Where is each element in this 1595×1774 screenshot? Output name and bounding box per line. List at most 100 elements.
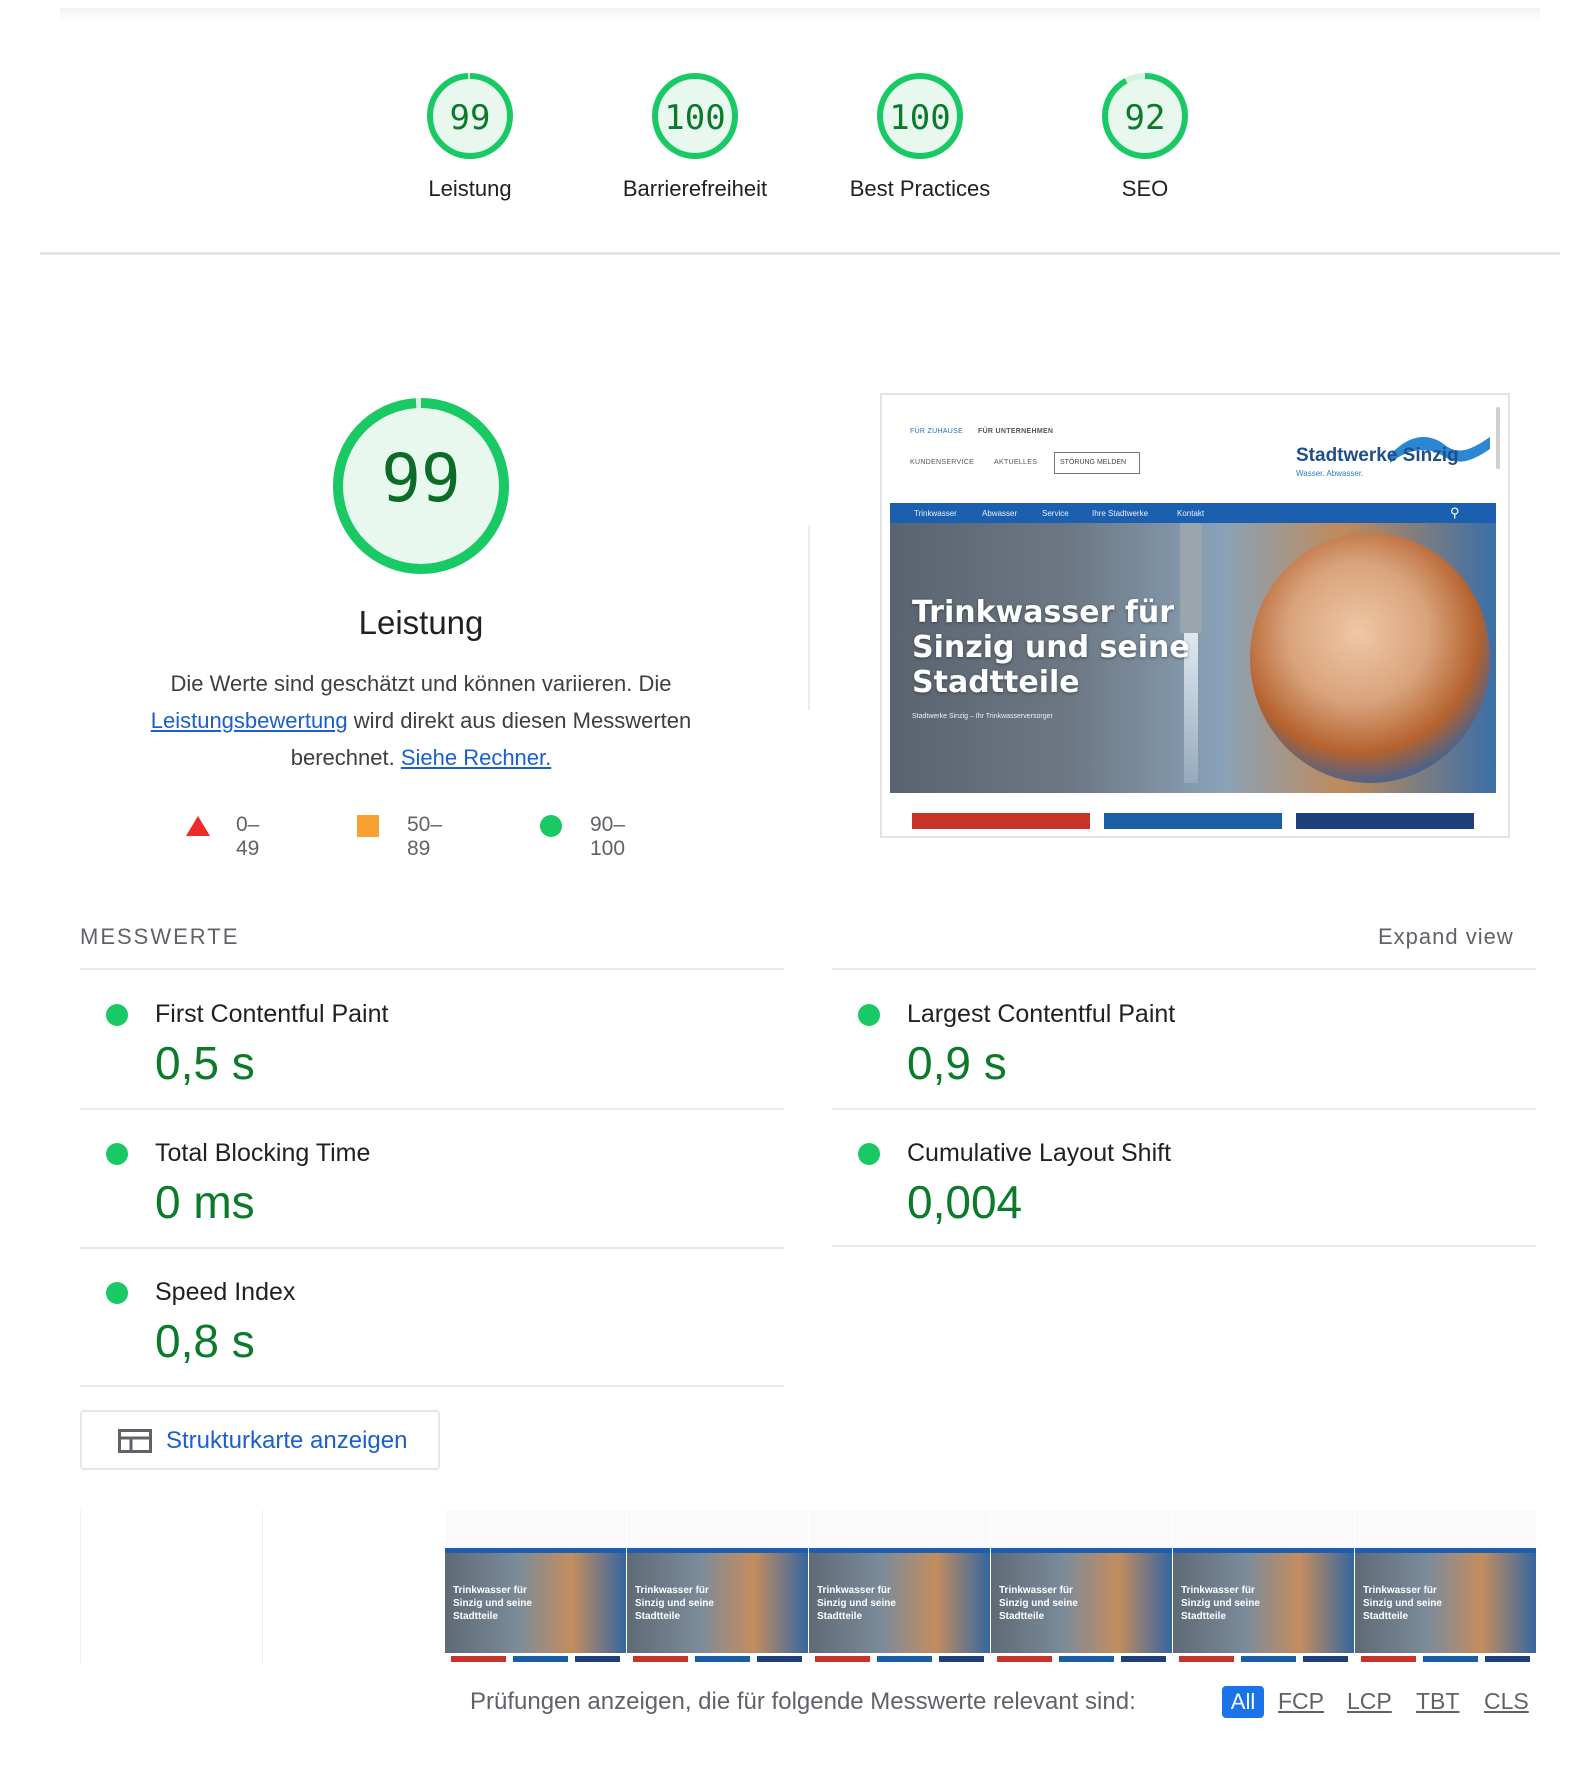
metric-divider (832, 1245, 1536, 1247)
gauge-best-practices[interactable]: 100 Best Practices (805, 70, 1035, 202)
gauge-label: Best Practices (849, 176, 991, 201)
metric-value: 0,5 s (155, 1037, 255, 1089)
top-fade (60, 8, 1540, 22)
calculator-link[interactable]: Siehe Rechner. (401, 745, 551, 770)
desc-text: Die Werte sind geschätzt und können vari… (170, 671, 672, 696)
frame-header (445, 1510, 626, 1548)
metric-title: Largest Contentful Paint (907, 1000, 1176, 1028)
frame-text: Sinzig und seine (999, 1598, 1078, 1609)
filmstrip-frame: Trinkwasser für Sinzig und seine Stadtte… (445, 1510, 626, 1665)
shot-color-bar (1296, 813, 1474, 829)
frame-text: Trinkwasser für (1181, 1585, 1255, 1596)
metric-title: Total Blocking Time (155, 1139, 371, 1167)
frame-bar (997, 1656, 1052, 1662)
gauge-accessibility[interactable]: 100 Barrierefreiheit (580, 70, 810, 202)
shot-color-bar (1104, 813, 1282, 829)
frame-header (627, 1510, 808, 1548)
gauge-performance[interactable]: 99 Leistung (355, 70, 585, 202)
gauge-label: Leistung (428, 176, 512, 201)
frame-header (809, 1510, 990, 1548)
faucet-shape (1180, 523, 1202, 633)
square-icon (357, 815, 379, 837)
scoring-link[interactable]: Leistungsbewertung (151, 708, 348, 733)
triangle-icon (186, 816, 210, 836)
frame-bar (877, 1656, 932, 1662)
frame-text: Stadtteile (453, 1611, 499, 1622)
frame-text: Sinzig und seine (1181, 1598, 1260, 1609)
gauge-label: SEO (1121, 176, 1169, 201)
shot-hero-line: Sinzig und seine (912, 630, 1190, 665)
pass-dot-icon (106, 1004, 128, 1026)
filmstrip-frame: Trinkwasser für Sinzig und seine Stadtte… (809, 1510, 990, 1665)
legend-range: 0–49 (236, 813, 260, 860)
frame-bar (633, 1656, 688, 1662)
filmstrip-frame: Trinkwasser für Sinzig und seine Stadtte… (1355, 1510, 1536, 1665)
filter-chip-lcp[interactable]: LCP (1347, 1688, 1392, 1715)
treemap-button[interactable]: Strukturkarte anzeigen (80, 1410, 440, 1470)
metric-divider (80, 1385, 784, 1387)
metrics-header: MESSWERTE (80, 924, 240, 949)
frame-bar (1361, 1656, 1416, 1662)
metric-title: Cumulative Layout Shift (907, 1139, 1172, 1167)
frame-bar (575, 1656, 620, 1662)
shot-sub-link: KUNDENSERVICE (910, 459, 975, 466)
frame-header (1355, 1510, 1536, 1548)
frame-bar (1303, 1656, 1348, 1662)
frame-bar (1179, 1656, 1234, 1662)
frame-bar (1241, 1656, 1296, 1662)
filmstrip-frame (262, 1510, 443, 1665)
gauge-score: 92 (1124, 98, 1166, 138)
frame-bar (1423, 1656, 1478, 1662)
frame-text: Stadtteile (635, 1611, 681, 1622)
filmstrip-frame: Trinkwasser für Sinzig und seine Stadtte… (627, 1510, 808, 1665)
gauge-score: 100 (664, 98, 726, 138)
frame-text: Sinzig und seine (1363, 1598, 1442, 1609)
shot-top-link: FÜR ZUHAUSE (910, 428, 964, 435)
filter-chip-cls[interactable]: CLS (1484, 1688, 1529, 1715)
frame-text: Stadtteile (1181, 1611, 1227, 1622)
pass-dot-icon (858, 1004, 880, 1026)
frame-text: Trinkwasser für (999, 1585, 1073, 1596)
screenshot-scrollbar (1496, 407, 1500, 469)
gauge-seo[interactable]: 92 SEO (1030, 70, 1260, 202)
performance-title: Leistung (358, 604, 484, 641)
performance-description: Die Werte sind geschätzt und können vari… (120, 665, 722, 776)
final-screenshot: FÜR ZUHAUSE FÜR UNTERNEHMEN KUNDENSERVIC… (880, 393, 1510, 838)
frame-bar (1485, 1656, 1530, 1662)
shot-brand-sub: Wasser. Abwasser. (1296, 469, 1364, 478)
expand-view-toggle[interactable]: Expand view (1378, 924, 1514, 950)
metric-tbt: Total Blocking Time 0 ms (80, 1109, 780, 1247)
shot-nav-item: Ihre Stadtwerke (1092, 509, 1149, 518)
gauge-score: 100 (889, 98, 951, 138)
filter-label: Prüfungen anzeigen, die für folgende Mes… (470, 1688, 1136, 1715)
frame-bar (757, 1656, 802, 1662)
shot-nav-item: Abwasser (982, 509, 1018, 518)
frame-text: Trinkwasser für (1363, 1585, 1437, 1596)
shot-brand: Stadtwerke Sinzig (1296, 445, 1459, 466)
shot-top-link: FÜR UNTERNEHMEN (978, 428, 1054, 435)
frame-header (991, 1510, 1172, 1548)
pass-dot-icon (106, 1282, 128, 1304)
filter-chip-tbt[interactable]: TBT (1416, 1688, 1459, 1715)
shot-sub-link: AKTUELLES (994, 459, 1038, 466)
circle-icon (540, 815, 562, 837)
metric-fcp: First Contentful Paint 0,5 s (80, 970, 780, 1108)
frame-text: Trinkwasser für (635, 1585, 709, 1596)
frame-text: Stadtteile (817, 1611, 863, 1622)
filmstrip-frame: Trinkwasser für Sinzig und seine Stadtte… (1173, 1510, 1354, 1665)
frame-text: Stadtteile (999, 1611, 1045, 1622)
frame-text: Sinzig und seine (817, 1598, 896, 1609)
frame-bar (815, 1656, 870, 1662)
frame-text: Sinzig und seine (635, 1598, 714, 1609)
filter-chip-fcp[interactable]: FCP (1278, 1688, 1324, 1715)
metric-speed-index: Speed Index 0,8 s (80, 1248, 780, 1386)
legend-range: 90–100 (590, 813, 626, 860)
pass-dot-icon (858, 1143, 880, 1165)
metric-value: 0,8 s (155, 1315, 255, 1367)
frame-text: Sinzig und seine (453, 1598, 532, 1609)
filter-chip-all[interactable]: All (1222, 1686, 1264, 1718)
legend-range: 50–89 (407, 813, 443, 860)
treemap-icon (118, 1429, 152, 1453)
frame-bar (451, 1656, 506, 1662)
shot-hero-line: Trinkwasser für (912, 595, 1175, 630)
